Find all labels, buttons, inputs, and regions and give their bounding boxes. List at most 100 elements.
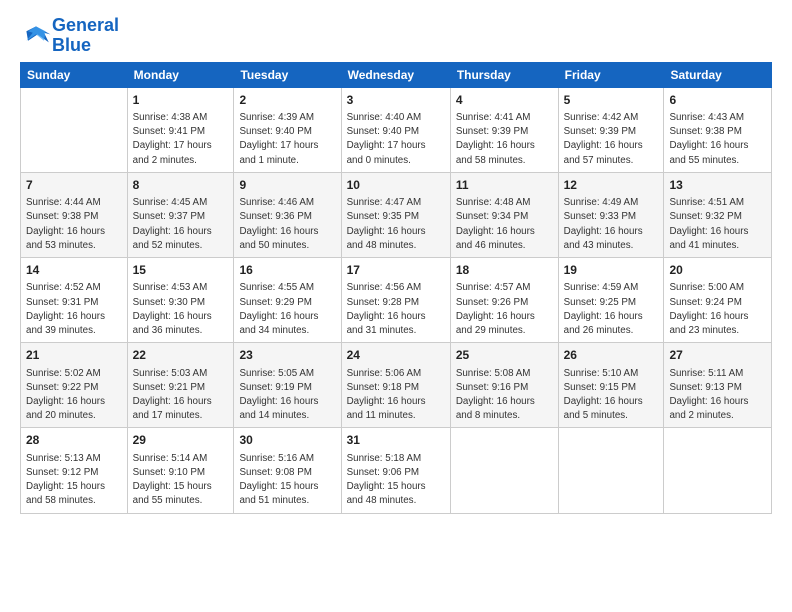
day-number: 7 [26,177,122,194]
calendar-cell: 7 Sunrise: 4:44 AM Sunset: 9:38 PM Daylig… [21,172,128,257]
logo: General Blue [20,16,119,56]
calendar-week-row: 7 Sunrise: 4:44 AM Sunset: 9:38 PM Daylig… [21,172,772,257]
calendar-cell: 19 Sunrise: 4:59 AM Sunset: 9:25 PM Dayli… [558,258,664,343]
cell-content: Sunrise: 4:55 AM Sunset: 9:29 PM Dayligh… [239,281,335,338]
cell-content: Sunrise: 5:08 AM Sunset: 9:16 PM Dayligh… [456,367,553,424]
day-number: 3 [347,92,445,109]
calendar-cell: 30 Sunrise: 5:16 AM Sunset: 9:08 PM Dayli… [234,428,341,513]
day-number: 30 [239,432,335,449]
calendar-table: Sunday Monday Tuesday Wednesday Thursday… [20,62,772,514]
calendar-cell: 18 Sunrise: 4:57 AM Sunset: 9:26 PM Dayli… [450,258,558,343]
day-number: 29 [133,432,229,449]
cell-content: Sunrise: 5:11 AM Sunset: 9:13 PM Dayligh… [669,367,766,424]
calendar-cell: 11 Sunrise: 4:48 AM Sunset: 9:34 PM Dayli… [450,172,558,257]
calendar-cell: 10 Sunrise: 4:47 AM Sunset: 9:35 PM Dayli… [341,172,450,257]
calendar-cell [450,428,558,513]
calendar-cell [558,428,664,513]
cell-content: Sunrise: 4:45 AM Sunset: 9:37 PM Dayligh… [133,196,229,253]
col-thursday: Thursday [450,62,558,87]
day-number: 6 [669,92,766,109]
day-number: 14 [26,262,122,279]
col-wednesday: Wednesday [341,62,450,87]
cell-content: Sunrise: 5:02 AM Sunset: 9:22 PM Dayligh… [26,367,122,424]
calendar-cell: 13 Sunrise: 4:51 AM Sunset: 9:32 PM Dayli… [664,172,772,257]
cell-content: Sunrise: 5:16 AM Sunset: 9:08 PM Dayligh… [239,452,335,509]
cell-content: Sunrise: 5:18 AM Sunset: 9:06 PM Dayligh… [347,452,445,509]
cell-content: Sunrise: 4:51 AM Sunset: 9:32 PM Dayligh… [669,196,766,253]
calendar-week-row: 1Sunrise: 4:38 AM Sunset: 9:41 PM Daylig… [21,87,772,172]
calendar-cell: 4 Sunrise: 4:41 AM Sunset: 9:39 PM Daylig… [450,87,558,172]
col-monday: Monday [127,62,234,87]
calendar-cell: 14 Sunrise: 4:52 AM Sunset: 9:31 PM Dayli… [21,258,128,343]
calendar-cell: 26Sunrise: 5:10 AM Sunset: 9:15 PM Dayli… [558,343,664,428]
day-number: 18 [456,262,553,279]
day-number: 2 [239,92,335,109]
day-number: 24 [347,347,445,364]
cell-content: Sunrise: 5:14 AM Sunset: 9:10 PM Dayligh… [133,452,229,509]
calendar-cell: 23 Sunrise: 5:05 AM Sunset: 9:19 PM Dayli… [234,343,341,428]
cell-content: Sunrise: 5:06 AM Sunset: 9:18 PM Dayligh… [347,367,445,424]
calendar-cell: 2 Sunrise: 4:39 AM Sunset: 9:40 PM Daylig… [234,87,341,172]
col-friday: Friday [558,62,664,87]
cell-content: Sunrise: 5:05 AM Sunset: 9:19 PM Dayligh… [239,367,335,424]
cell-content: Sunrise: 4:41 AM Sunset: 9:39 PM Dayligh… [456,111,553,168]
cell-content: Sunrise: 4:48 AM Sunset: 9:34 PM Dayligh… [456,196,553,253]
calendar-cell: 28 Sunrise: 5:13 AM Sunset: 9:12 PM Dayli… [21,428,128,513]
calendar-cell: 6 Sunrise: 4:43 AM Sunset: 9:38 PM Daylig… [664,87,772,172]
cell-content: Sunrise: 4:42 AM Sunset: 9:39 PM Dayligh… [564,111,659,168]
calendar-cell: 21 Sunrise: 5:02 AM Sunset: 9:22 PM Dayli… [21,343,128,428]
day-number: 1 [133,92,229,109]
cell-content: Sunrise: 4:56 AM Sunset: 9:28 PM Dayligh… [347,281,445,338]
day-number: 23 [239,347,335,364]
calendar-week-row: 28 Sunrise: 5:13 AM Sunset: 9:12 PM Dayli… [21,428,772,513]
day-number: 20 [669,262,766,279]
cell-content: Sunrise: 4:47 AM Sunset: 9:35 PM Dayligh… [347,196,445,253]
cell-content: Sunrise: 4:44 AM Sunset: 9:38 PM Dayligh… [26,196,122,253]
cell-content: Sunrise: 4:52 AM Sunset: 9:31 PM Dayligh… [26,281,122,338]
day-number: 13 [669,177,766,194]
logo-text: General Blue [52,16,119,56]
cell-content: Sunrise: 4:49 AM Sunset: 9:33 PM Dayligh… [564,196,659,253]
day-number: 31 [347,432,445,449]
calendar-cell: 15 Sunrise: 4:53 AM Sunset: 9:30 PM Dayli… [127,258,234,343]
calendar-cell: 22Sunrise: 5:03 AM Sunset: 9:21 PM Dayli… [127,343,234,428]
calendar-cell [21,87,128,172]
cell-content: Sunrise: 5:13 AM Sunset: 9:12 PM Dayligh… [26,452,122,509]
day-number: 21 [26,347,122,364]
col-saturday: Saturday [664,62,772,87]
day-number: 15 [133,262,229,279]
calendar-cell: 3 Sunrise: 4:40 AM Sunset: 9:40 PM Daylig… [341,87,450,172]
cell-content: Sunrise: 4:46 AM Sunset: 9:36 PM Dayligh… [239,196,335,253]
header: General Blue [20,16,772,56]
day-number: 9 [239,177,335,194]
calendar-week-row: 14 Sunrise: 4:52 AM Sunset: 9:31 PM Dayli… [21,258,772,343]
day-number: 11 [456,177,553,194]
page: General Blue Sunday Monday Tuesday Wedne… [0,0,792,612]
cell-content: Sunrise: 4:40 AM Sunset: 9:40 PM Dayligh… [347,111,445,168]
col-tuesday: Tuesday [234,62,341,87]
day-number: 8 [133,177,229,194]
day-number: 27 [669,347,766,364]
day-number: 10 [347,177,445,194]
cell-content: Sunrise: 4:59 AM Sunset: 9:25 PM Dayligh… [564,281,659,338]
calendar-cell: 31 Sunrise: 5:18 AM Sunset: 9:06 PM Dayli… [341,428,450,513]
calendar-cell: 25Sunrise: 5:08 AM Sunset: 9:16 PM Dayli… [450,343,558,428]
calendar-cell: 1Sunrise: 4:38 AM Sunset: 9:41 PM Daylig… [127,87,234,172]
calendar-cell: 20 Sunrise: 5:00 AM Sunset: 9:24 PM Dayli… [664,258,772,343]
calendar-cell: 12 Sunrise: 4:49 AM Sunset: 9:33 PM Dayli… [558,172,664,257]
cell-content: Sunrise: 5:00 AM Sunset: 9:24 PM Dayligh… [669,281,766,338]
calendar-cell: 17Sunrise: 4:56 AM Sunset: 9:28 PM Dayli… [341,258,450,343]
day-number: 4 [456,92,553,109]
day-number: 28 [26,432,122,449]
calendar-cell: 16 Sunrise: 4:55 AM Sunset: 9:29 PM Dayli… [234,258,341,343]
day-number: 16 [239,262,335,279]
logo-bird-icon [20,20,52,52]
day-number: 19 [564,262,659,279]
day-number: 5 [564,92,659,109]
day-number: 12 [564,177,659,194]
cell-content: Sunrise: 4:53 AM Sunset: 9:30 PM Dayligh… [133,281,229,338]
cell-content: Sunrise: 4:43 AM Sunset: 9:38 PM Dayligh… [669,111,766,168]
calendar-cell: 8 Sunrise: 4:45 AM Sunset: 9:37 PM Daylig… [127,172,234,257]
cell-content: Sunrise: 4:57 AM Sunset: 9:26 PM Dayligh… [456,281,553,338]
cell-content: Sunrise: 4:39 AM Sunset: 9:40 PM Dayligh… [239,111,335,168]
